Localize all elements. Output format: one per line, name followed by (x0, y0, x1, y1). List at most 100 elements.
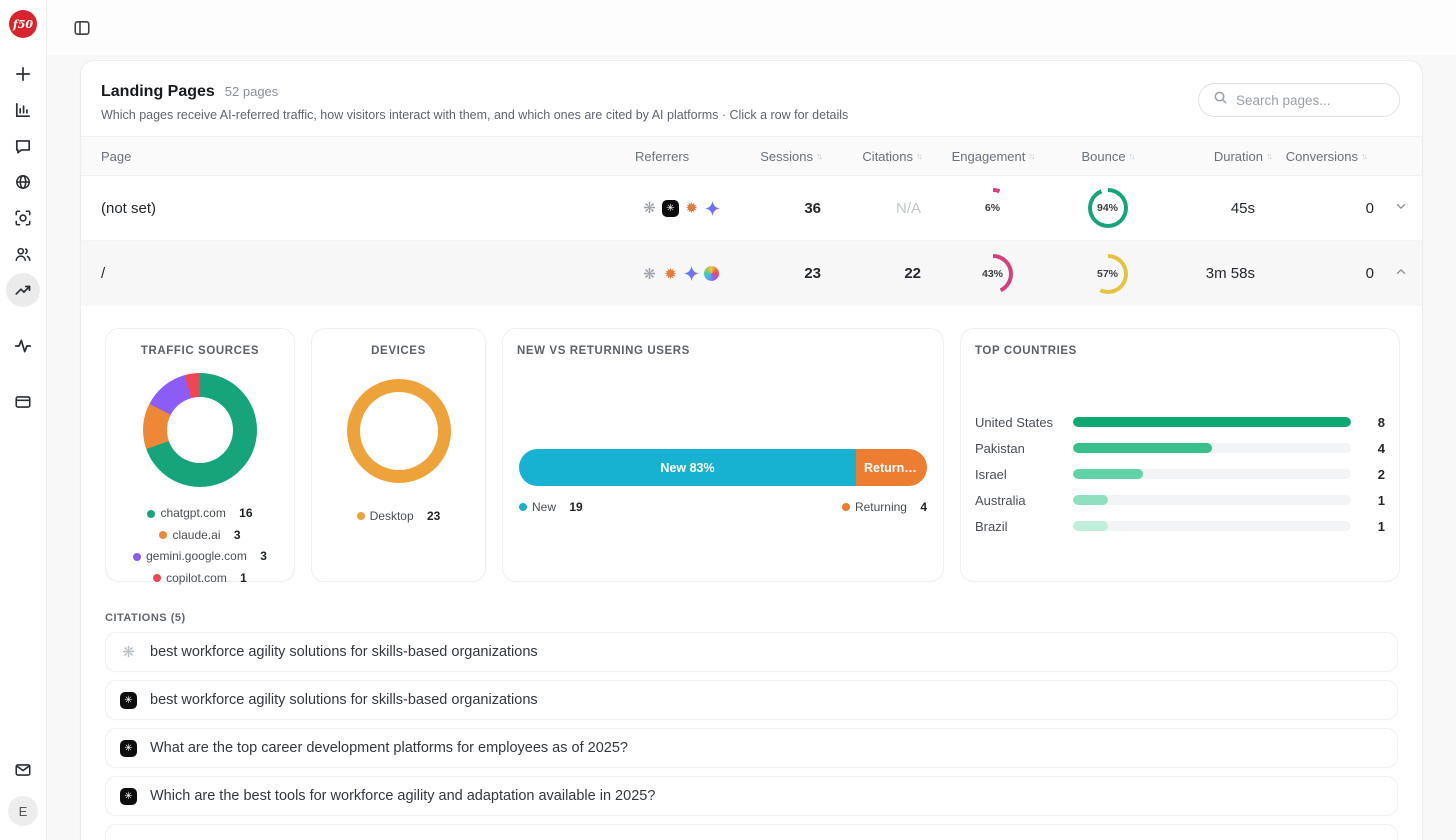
new-vs-returning-card: NEW VS RETURNING USERS New 83% Returning… (502, 328, 944, 582)
chatgpt-icon (641, 200, 658, 217)
column-header-sessions[interactable]: Sessions (735, 149, 835, 164)
bounce-ring: 94% (1088, 188, 1128, 228)
table-row[interactable]: / 23 22 43% 57% 3m 58s 0 (81, 241, 1422, 306)
sidebar-item-analytics[interactable] (6, 93, 40, 127)
country-row: Israel 2 (975, 461, 1385, 487)
collapse-row-button[interactable] (1380, 265, 1422, 283)
sessions-cell: 36 (735, 200, 835, 217)
ai-dark-icon (120, 740, 137, 757)
citation-item[interactable]: What are the top career development plat… (105, 728, 1398, 768)
engagement-ring: 43% (973, 254, 1013, 294)
new-vs-returning-bar: New 83% Returning 17% (519, 449, 927, 486)
new-vs-returning-legend: New 19 Returning 4 (519, 500, 927, 514)
sidebar-item-activity[interactable] (6, 329, 40, 363)
credit-card-icon (14, 393, 32, 411)
ai-dark-icon (120, 788, 137, 805)
page-cell: (not set) (81, 200, 615, 217)
top-countries-card: TOP COUNTRIES United States 8 Pakistan 4 (960, 328, 1400, 582)
content: Landing Pages 52 pages Which pages recei… (47, 55, 1456, 840)
card-header: Landing Pages 52 pages Which pages recei… (81, 61, 1422, 136)
citation-item[interactable]: Which are the best tools for workforce a… (105, 776, 1398, 816)
search-pages-box[interactable] (1198, 83, 1400, 117)
conversions-cell: 0 (1285, 265, 1380, 282)
devices-title: DEVICES (326, 345, 471, 357)
citations-cell: N/A (835, 200, 935, 217)
legend-item: gemini.google.com 3 (133, 546, 267, 567)
sidebar-item-web[interactable] (6, 165, 40, 199)
column-header-bounce[interactable]: Bounce (1050, 149, 1165, 164)
citation-text: best workforce agility solutions for ski… (150, 644, 538, 660)
sessions-cell: 23 (735, 265, 835, 282)
traffic-sources-legend: chatgpt.com 16claude.ai 3 gemini.google.… (120, 503, 280, 589)
chatgpt-icon (120, 644, 137, 661)
referrers-cell (615, 265, 735, 282)
column-header-citations[interactable]: Citations (835, 149, 935, 164)
toggle-sidebar-button[interactable] (65, 11, 99, 45)
country-row: Brazil 1 (975, 513, 1385, 539)
legend-item: Desktop 23 (357, 509, 441, 523)
chevron-up-icon (1394, 265, 1408, 283)
bar-chart-icon (14, 101, 32, 119)
scan-eye-icon (14, 209, 32, 227)
sort-icon (1129, 151, 1134, 161)
claude-icon (683, 200, 700, 217)
column-header-duration[interactable]: Duration (1165, 149, 1285, 164)
pulse-icon (14, 337, 32, 355)
devices-legend: Desktop 23 (326, 509, 471, 523)
sidebar-item-performance[interactable] (6, 273, 40, 307)
citation-item[interactable]: best workforce agility solutions for ski… (105, 680, 1398, 720)
citations-heading: CITATIONS (5) (105, 612, 1398, 624)
user-avatar[interactable]: E (8, 796, 38, 826)
plus-icon (14, 65, 32, 83)
table-row[interactable]: (not set) 36 N/A 6% 94% 45s 0 (81, 176, 1422, 241)
column-header-engagement[interactable]: Engagement (935, 149, 1050, 164)
sidebar-item-audience[interactable] (6, 237, 40, 271)
main-area: Landing Pages 52 pages Which pages recei… (47, 0, 1456, 840)
table-header: Page Referrers Sessions Citations Engage… (81, 136, 1422, 176)
expand-row-button[interactable] (1380, 199, 1422, 217)
sort-icon (1028, 151, 1033, 161)
landing-pages-card: Landing Pages 52 pages Which pages recei… (80, 60, 1423, 840)
column-header-conversions[interactable]: Conversions (1285, 149, 1380, 164)
traffic-sources-donut (143, 373, 257, 487)
new-item-button[interactable] (6, 57, 40, 91)
engagement-ring: 6% (973, 188, 1013, 228)
f50-logo[interactable]: f50 (9, 10, 37, 38)
topbar (47, 0, 1456, 55)
search-pages-input[interactable] (1236, 93, 1385, 108)
citation-text: What are the top career development plat… (150, 740, 628, 756)
country-row: Pakistan 4 (975, 435, 1385, 461)
page-subtitle: Which pages receive AI-referred traffic,… (101, 108, 848, 122)
new-users-segment: New 83% (519, 449, 856, 486)
devices-donut (347, 379, 451, 483)
column-header-referrers[interactable]: Referrers (615, 149, 735, 164)
citation-item[interactable] (105, 824, 1398, 840)
row-detail-panel: TRAFFIC SOURCES chatgpt.com 16claude.ai … (81, 306, 1422, 582)
legend-item: claude.ai 3 (159, 525, 240, 546)
citation-text: Which are the best tools for workforce a… (150, 788, 655, 804)
page-cell: / (81, 265, 615, 282)
page-title: Landing Pages (101, 83, 215, 101)
chevron-down-icon (1394, 199, 1408, 217)
column-header-page[interactable]: Page (81, 149, 615, 164)
globe-icon (14, 173, 32, 191)
users-icon (14, 245, 32, 263)
traffic-sources-title: TRAFFIC SOURCES (120, 345, 280, 357)
citations-cell: 22 (835, 265, 935, 282)
sidebar-item-billing[interactable] (6, 385, 40, 419)
copilot-icon (704, 266, 719, 281)
sort-icon (816, 151, 821, 161)
chat-bubble-icon (14, 137, 32, 155)
sidebar-item-conversations[interactable] (6, 129, 40, 163)
returning-users-segment: Returning 17% (856, 449, 927, 486)
duration-cell: 3m 58s (1165, 265, 1285, 282)
country-row: United States 8 (975, 409, 1385, 435)
citation-item[interactable]: best workforce agility solutions for ski… (105, 632, 1398, 672)
app-root: f50 (0, 0, 1456, 840)
gemini-icon (704, 200, 721, 217)
ai-dark-icon (662, 200, 679, 217)
inbox-button[interactable] (6, 753, 40, 787)
duration-cell: 45s (1165, 200, 1285, 217)
sidebar-item-tracking[interactable] (6, 201, 40, 235)
devices-card: DEVICES Desktop 23 (311, 328, 486, 582)
